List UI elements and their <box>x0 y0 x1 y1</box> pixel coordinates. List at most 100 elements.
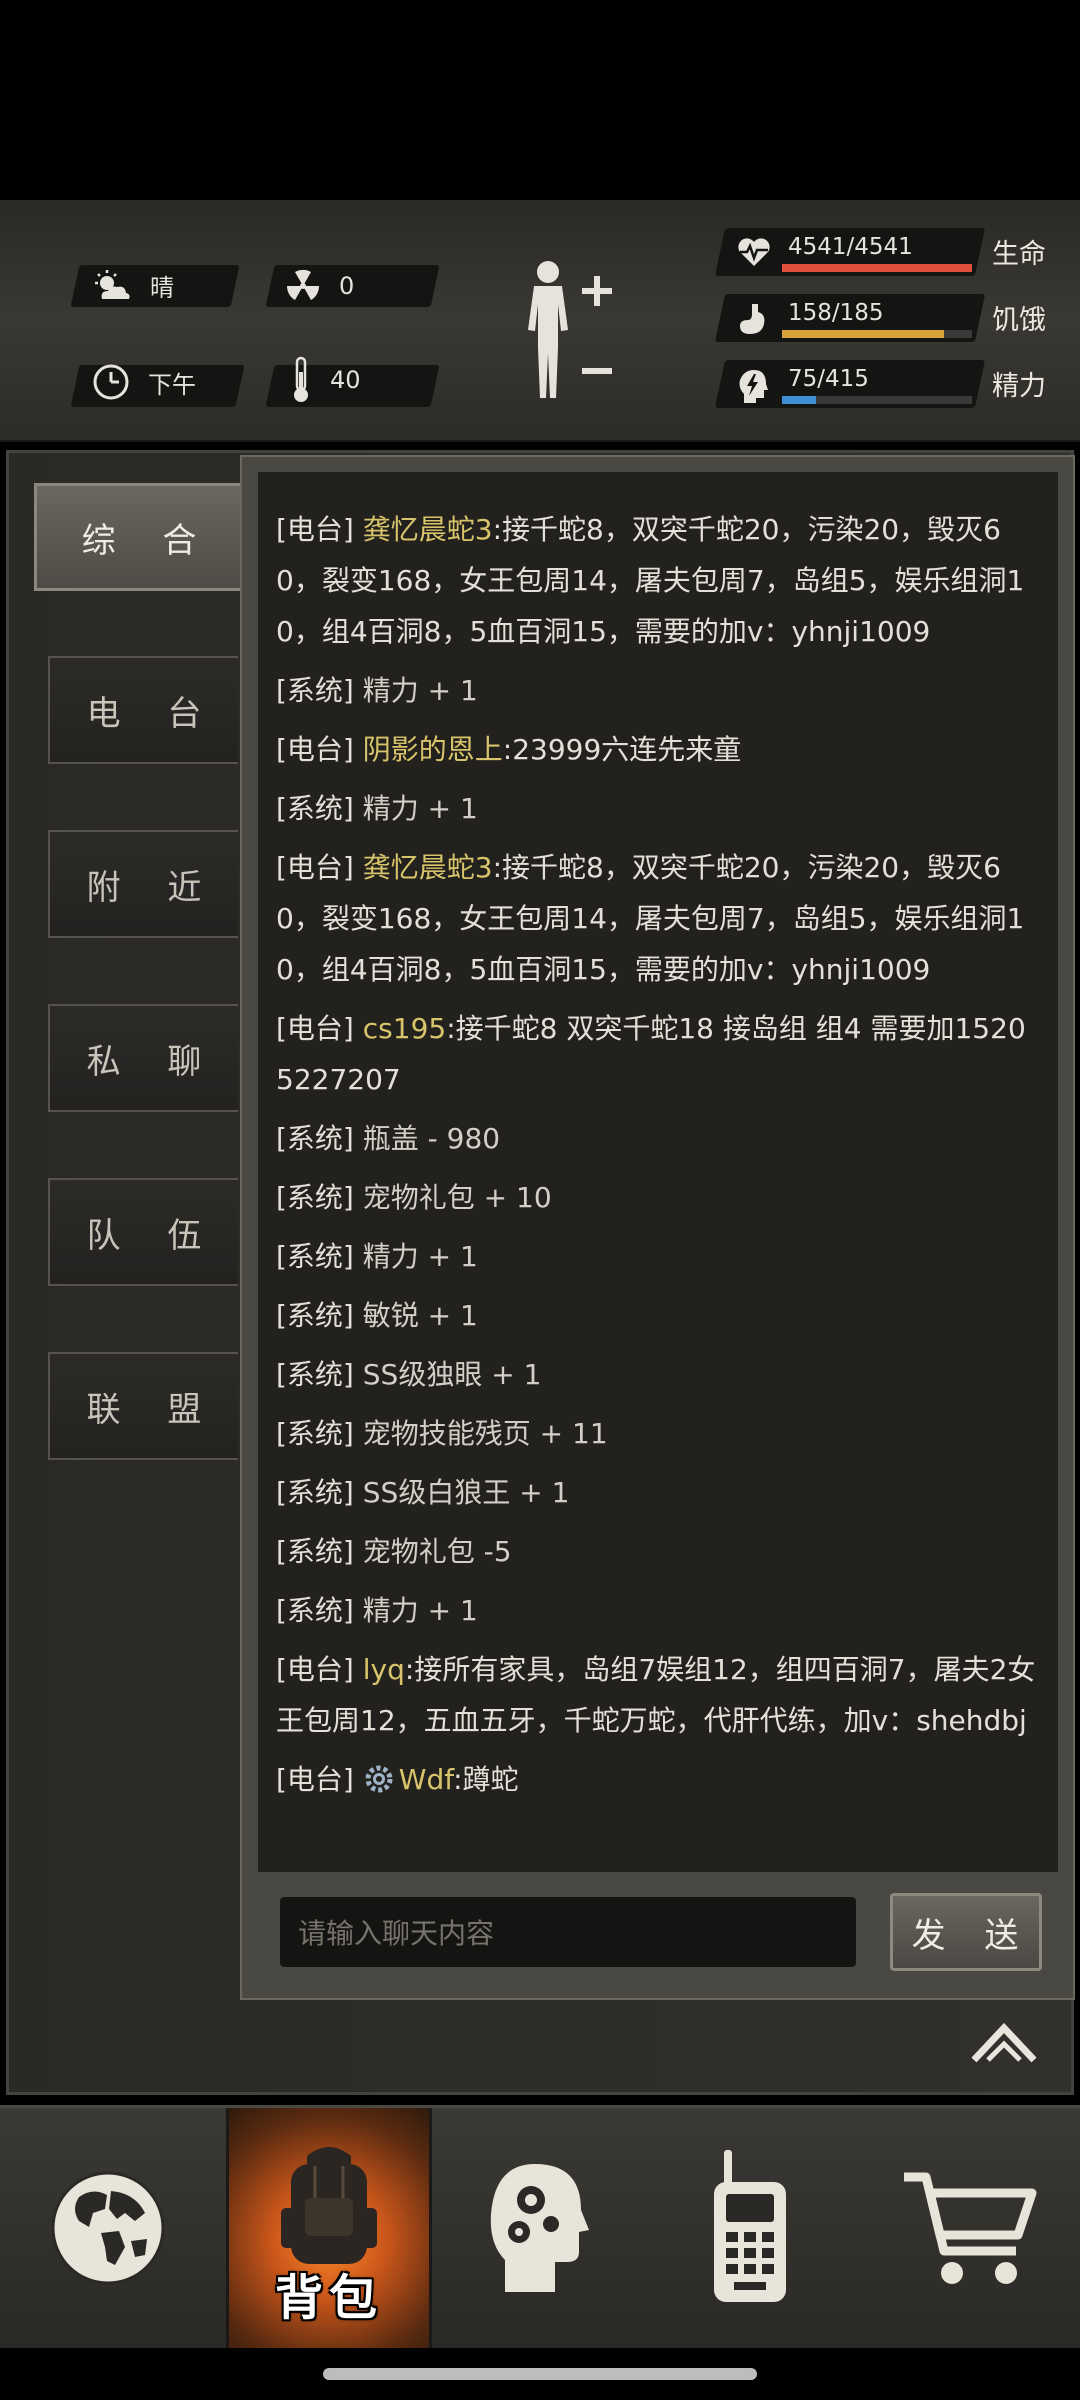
hunger-stat: 158/185 饥饿 <box>714 294 1060 342</box>
message-channel: [系统] <box>276 1122 354 1155</box>
globe-icon <box>51 2171 165 2285</box>
chat-message[interactable]: [系统] 宠物技能残页 + 11 <box>276 1408 1040 1459</box>
body-status-button[interactable] <box>520 258 620 408</box>
chat-message[interactable]: [系统] 宠物礼包 + 10 <box>276 1172 1040 1223</box>
tab-label: 综 合 <box>81 520 215 561</box>
message-channel: [电台] <box>276 1012 354 1045</box>
message-channel: [系统] <box>276 1299 354 1332</box>
nav-radio[interactable] <box>650 2108 850 2348</box>
message-channel: [系统] <box>276 1181 354 1214</box>
nav-backpack[interactable]: 背包 <box>226 2108 432 2348</box>
weather-value: 晴 <box>150 274 174 302</box>
bottom-nav: 背包 <box>0 2105 1080 2348</box>
walkie-talkie-icon <box>714 2150 786 2302</box>
message-channel: [系统] <box>276 1417 354 1450</box>
thermometer-icon <box>294 356 308 402</box>
chat-message[interactable]: [系统] 精力 + 1 <box>276 783 1040 834</box>
chevron-up-icon <box>971 2022 1037 2063</box>
nav-world[interactable] <box>8 2108 208 2348</box>
radiation-icon <box>286 269 320 300</box>
chat-message[interactable]: [电台] 阴影的恩上:23999六连先来童 <box>276 724 1040 775</box>
health-bar <box>782 264 972 272</box>
radiation-value: 0 <box>339 272 355 300</box>
energy-bar <box>782 396 972 404</box>
message-sender[interactable]: 龚忆晨蛇3 <box>363 851 493 884</box>
tab-label: 电 台 <box>86 693 220 734</box>
chat-message[interactable]: [电台] 龚忆晨蛇3:接千蛇8，双突千蛇20，污染20，毁灭60，裂变168，女… <box>276 504 1040 657</box>
stomach-icon <box>740 304 765 334</box>
chat-message[interactable]: [电台] cs195:接千蛇8 双突千蛇18 接岛组 组4 需要加1520522… <box>276 1003 1040 1105</box>
energy-value: 75/415 <box>788 366 869 392</box>
chat-message[interactable]: [系统] 宠物礼包 -5 <box>276 1526 1040 1577</box>
health-stat: 4541/4541 生命 <box>714 228 1060 276</box>
tab-team[interactable]: 队 伍 <box>48 1178 238 1286</box>
message-channel: [系统] <box>276 1476 354 1509</box>
chat-message[interactable]: [系统] 精力 + 1 <box>276 1231 1040 1282</box>
message-text: 精力 + 1 <box>362 1240 478 1273</box>
health-value: 4541/4541 <box>788 234 913 260</box>
chat-message[interactable]: [系统] SS级白狼王 + 1 <box>276 1467 1040 1518</box>
message-sender[interactable]: 龚忆晨蛇3 <box>363 513 493 546</box>
message-channel: [电台] <box>276 513 354 546</box>
message-channel: [电台] <box>276 1653 354 1686</box>
home-indicator[interactable] <box>323 2368 757 2380</box>
message-channel: [系统] <box>276 1240 354 1273</box>
chat-message[interactable]: [电台] Wdf:蹲蛇 <box>276 1754 1040 1805</box>
chat-message[interactable]: [系统] SS级独眼 + 1 <box>276 1349 1040 1400</box>
message-text: :蹲蛇 <box>453 1763 519 1796</box>
message-channel: [系统] <box>276 1594 354 1627</box>
collapse-button[interactable] <box>966 2018 1042 2072</box>
hunger-bar <box>782 330 972 338</box>
chat-message[interactable]: [系统] 瓶盖 - 980 <box>276 1113 1040 1164</box>
temperature-indicator: 40 <box>290 356 361 404</box>
chat-message[interactable]: [电台] 龚忆晨蛇3:接千蛇8，双突千蛇20，污染20，毁灭60，裂变168，女… <box>276 842 1040 995</box>
chat-message[interactable]: [系统] 精力 + 1 <box>276 1585 1040 1636</box>
tab-radio[interactable]: 电 台 <box>48 656 238 764</box>
message-channel: [电台] <box>276 1763 354 1796</box>
message-text: SS级白狼王 + 1 <box>362 1476 570 1509</box>
tab-general[interactable]: 综 合 <box>34 483 244 591</box>
weather-icon <box>95 269 130 299</box>
weather-indicator: 晴 <box>92 268 174 303</box>
message-sender[interactable]: Wdf <box>399 1763 453 1796</box>
message-sender[interactable]: lyq <box>363 1653 405 1686</box>
message-text: 瓶盖 - 980 <box>362 1122 501 1155</box>
tab-label: 联 盟 <box>86 1389 220 1430</box>
tab-label: 附 近 <box>86 867 220 908</box>
nav-shop[interactable] <box>870 2108 1070 2348</box>
tab-nearby[interactable]: 附 近 <box>48 830 238 938</box>
radiation-indicator: 0 <box>285 268 354 304</box>
gear-avatar-icon[interactable] <box>363 1763 395 1795</box>
chat-message[interactable]: [系统] 精力 + 1 <box>276 665 1040 716</box>
tab-private[interactable]: 私 聊 <box>48 1004 238 1112</box>
message-text: :23999六连先来童 <box>502 733 742 766</box>
human-body-icon <box>528 261 612 398</box>
tab-label: 队 伍 <box>86 1215 220 1256</box>
tab-alliance[interactable]: 联 盟 <box>48 1352 238 1460</box>
message-text: 宠物礼包 -5 <box>362 1535 512 1568</box>
chat-input[interactable]: 请输入聊天内容 <box>278 1895 858 1969</box>
backpack-icon <box>281 2147 377 2264</box>
energy-label: 精力 <box>992 371 1046 402</box>
message-text: 精力 + 1 <box>362 674 478 707</box>
status-bar <box>0 0 1080 200</box>
send-button[interactable]: 发 送 <box>890 1893 1042 1971</box>
tab-label: 私 聊 <box>86 1041 220 1082</box>
chat-message[interactable]: [系统] 敏锐 + 1 <box>276 1290 1040 1341</box>
nav-backpack-label: 背包 <box>274 2270 383 2326</box>
hunger-value: 158/185 <box>788 300 884 326</box>
heart-pulse-icon <box>738 238 770 266</box>
chat-message[interactable]: [电台] lyq:接所有家具，岛组7娱组12，组四百洞7，屠夫2女王包周12，五… <box>276 1644 1040 1746</box>
message-text: SS级独眼 + 1 <box>362 1358 542 1391</box>
head-bolt-icon <box>739 370 768 403</box>
nav-skills[interactable] <box>440 2108 640 2348</box>
message-sender[interactable]: cs195 <box>363 1012 446 1045</box>
message-sender[interactable]: 阴影的恩上 <box>363 733 503 766</box>
chat-log[interactable]: [电台] 龚忆晨蛇3:接千蛇8，双突千蛇20，污染20，毁灭60，裂变168，女… <box>258 472 1058 1872</box>
message-text: 敏锐 + 1 <box>362 1299 478 1332</box>
hunger-label: 饥饿 <box>992 305 1046 336</box>
message-channel: [系统] <box>276 674 354 707</box>
energy-stat: 75/415 精力 <box>714 360 1060 408</box>
send-button-label: 发 送 <box>911 1915 1033 1956</box>
message-text: 精力 + 1 <box>362 792 478 825</box>
